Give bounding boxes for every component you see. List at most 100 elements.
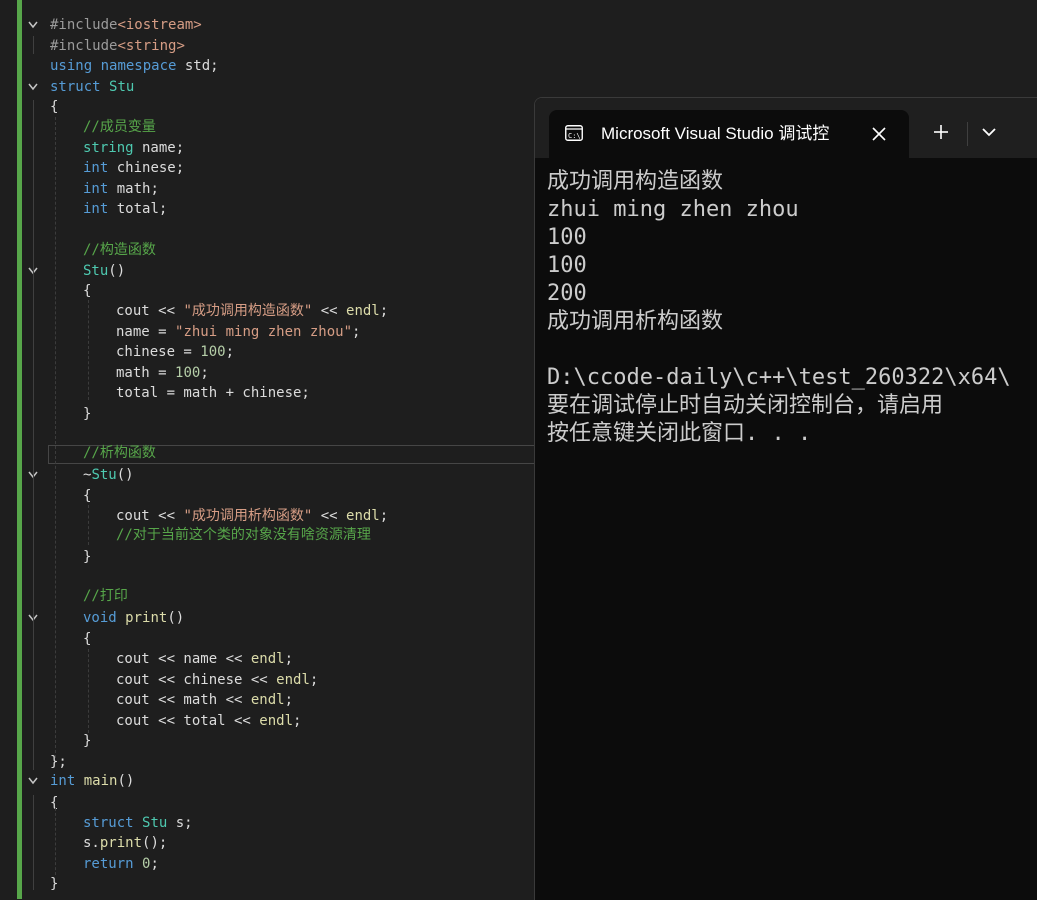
code-token: s. xyxy=(83,835,100,851)
code-text: { xyxy=(83,486,91,506)
indent-guide xyxy=(88,300,89,400)
code-token: { xyxy=(83,283,92,299)
code-line[interactable]: using namespace std; xyxy=(0,56,1037,76)
code-token: cout << xyxy=(116,508,184,524)
code-token: print xyxy=(99,835,143,851)
terminal-output-line: 要在调试停止时自动关闭控制台，请启用 xyxy=(547,393,944,418)
plus-icon[interactable] xyxy=(931,122,951,142)
code-token: chinese; xyxy=(108,160,185,176)
code-token: (); xyxy=(142,835,168,851)
code-token: struct xyxy=(83,815,134,831)
code-text: cout << name << endl; xyxy=(116,649,293,669)
code-text: void print() xyxy=(83,608,184,628)
indent-guide xyxy=(88,505,89,545)
code-token: << xyxy=(312,508,347,524)
code-token: //成员变量 xyxy=(83,119,156,135)
code-token: <string> xyxy=(117,38,185,54)
code-text: int math; xyxy=(83,179,159,199)
code-text: math = 100; xyxy=(116,363,209,383)
code-text: #include<string> xyxy=(50,36,185,56)
code-token: name = xyxy=(116,324,176,340)
code-text: Stu() xyxy=(83,261,125,281)
fold-chevron-icon[interactable] xyxy=(26,77,40,97)
code-text: using namespace std; xyxy=(50,56,219,76)
terminal-output: 成功调用构造函数 zhui ming zhen zhou 100 100 200 成功调用… xyxy=(547,168,1037,448)
code-token: return xyxy=(83,856,134,872)
code-token: endl xyxy=(276,672,310,688)
chevron-down-icon[interactable] xyxy=(979,122,999,142)
terminal-output-line: 成功调用析构函数 xyxy=(547,309,724,334)
code-token: total = math + chinese; xyxy=(116,385,310,401)
terminal-output-line: zhui ming zhen zhou xyxy=(547,197,799,222)
code-token: endl xyxy=(259,713,294,729)
code-token: cout << math << xyxy=(116,692,251,708)
code-text: struct Stu s; xyxy=(83,813,193,833)
code-text: struct Stu xyxy=(50,77,134,97)
code-token: } xyxy=(83,733,92,749)
outline-bracket-line xyxy=(33,36,34,54)
code-token: cout << total << xyxy=(116,713,260,729)
code-token: ; xyxy=(150,856,159,872)
fold-chevron-icon[interactable] xyxy=(26,771,40,791)
outline-bracket-line xyxy=(33,485,34,565)
code-token: ; xyxy=(309,672,319,688)
code-token: () xyxy=(167,610,185,626)
code-token: ; xyxy=(379,508,389,524)
code-text: //析构函数 xyxy=(83,443,156,463)
code-token: int xyxy=(83,181,109,197)
code-token: { xyxy=(50,99,59,115)
code-token: endl xyxy=(346,508,380,524)
code-text: { xyxy=(50,97,58,117)
code-token: } xyxy=(83,549,92,565)
close-icon[interactable] xyxy=(869,124,889,144)
code-token: main xyxy=(83,773,118,789)
code-token: Stu xyxy=(109,79,135,95)
indent-guide xyxy=(55,117,56,758)
code-text: cout << "成功调用构造函数" << endl; xyxy=(116,301,388,321)
code-text: }; xyxy=(50,752,67,772)
code-token: cout << chinese << xyxy=(116,672,277,688)
code-line[interactable]: #include<iostream> xyxy=(0,15,1037,35)
code-text: } xyxy=(83,547,91,567)
code-token: <iostream> xyxy=(117,17,202,33)
code-line[interactable]: #include<string> xyxy=(0,36,1037,56)
outline-bracket-line xyxy=(33,628,34,750)
code-text: } xyxy=(83,404,91,424)
code-token: total; xyxy=(108,201,168,217)
code-line[interactable]: struct Stu xyxy=(0,77,1037,97)
outline-bracket-line xyxy=(33,795,34,890)
fold-chevron-icon[interactable] xyxy=(26,15,40,35)
code-token: int xyxy=(83,201,109,217)
code-token: }; xyxy=(50,754,67,770)
debug-console-window[interactable]: C:\ Microsoft Visual Studio 调试控 成功调用构造函数… xyxy=(534,97,1037,900)
code-token: Stu xyxy=(91,467,117,483)
code-token: { xyxy=(83,631,92,647)
terminal-tab[interactable]: C:\ Microsoft Visual Studio 调试控 xyxy=(549,110,909,158)
code-token: //打印 xyxy=(83,588,128,604)
code-token: () xyxy=(117,773,135,789)
code-token: struct xyxy=(50,79,101,95)
code-text: s.print(); xyxy=(83,833,167,853)
code-token: } xyxy=(50,876,59,892)
terminal-output-line: 按任意键关闭此窗口. . . xyxy=(547,421,812,446)
code-text: cout << "成功调用析构函数" << endl; xyxy=(116,506,388,526)
code-token: endl xyxy=(250,651,285,667)
code-token: ; xyxy=(293,713,302,729)
code-token: ; xyxy=(225,344,235,360)
code-text: ~Stu() xyxy=(83,465,134,485)
code-token: math = xyxy=(116,365,176,381)
terminal-tab-title: Microsoft Visual Studio 调试控 xyxy=(601,124,830,143)
code-token: () xyxy=(116,467,134,483)
console-icon: C:\ xyxy=(565,125,583,141)
code-text: { xyxy=(83,629,91,649)
code-token: //对于当前这个类的对象没有啥资源清理 xyxy=(116,527,371,543)
code-text: total = math + chinese; xyxy=(116,383,310,403)
code-token: chinese = xyxy=(116,344,201,360)
code-text: } xyxy=(50,874,58,894)
code-token: using xyxy=(50,58,93,74)
